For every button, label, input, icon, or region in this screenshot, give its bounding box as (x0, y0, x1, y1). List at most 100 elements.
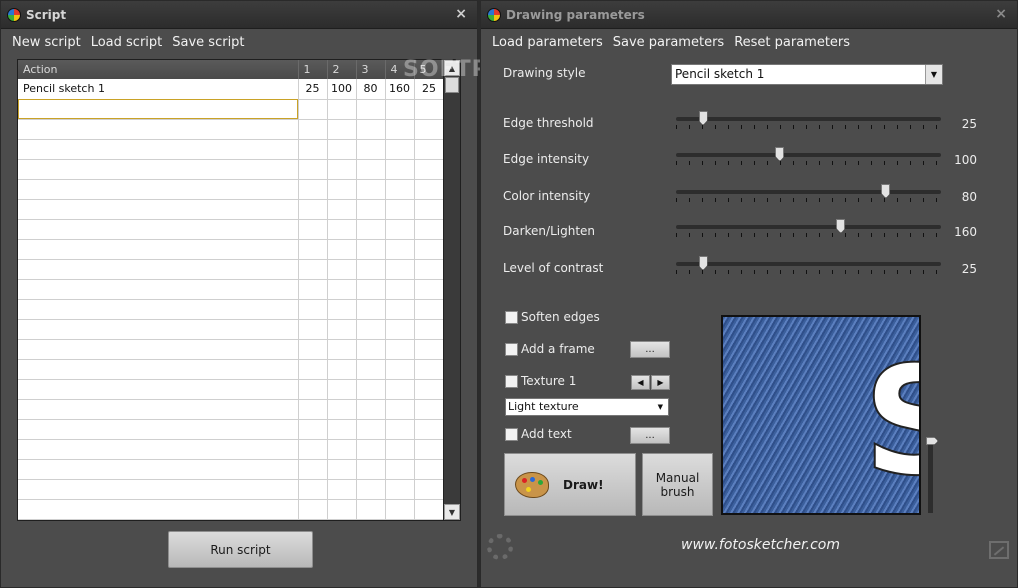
param-cell[interactable] (385, 99, 415, 120)
param-cell[interactable] (385, 399, 415, 420)
param-cell[interactable] (356, 459, 386, 480)
table-row[interactable] (18, 459, 445, 480)
param-cell[interactable] (356, 219, 386, 240)
slider-knob[interactable] (926, 437, 938, 445)
table-row[interactable]: Pencil sketch 1 25 100 80 160 25 (18, 79, 445, 100)
action-cell[interactable] (18, 219, 299, 240)
table-row[interactable] (18, 99, 445, 120)
table-row[interactable] (18, 399, 445, 420)
parameter-slider[interactable] (676, 184, 941, 204)
param-cell[interactable] (298, 219, 328, 240)
action-cell[interactable]: Pencil sketch 1 (18, 79, 299, 100)
action-cell[interactable] (18, 99, 299, 120)
param-cell[interactable] (298, 339, 328, 360)
param-cell[interactable] (327, 459, 357, 480)
parameter-slider[interactable] (676, 111, 941, 131)
gear-icon[interactable] (487, 534, 513, 560)
param-cell[interactable] (327, 399, 357, 420)
param-cell[interactable] (414, 119, 445, 140)
params-close-button[interactable]: × (995, 6, 1007, 22)
param-cell[interactable] (385, 179, 415, 200)
param-cell[interactable] (356, 199, 386, 220)
param-cell[interactable] (356, 299, 386, 320)
soften-edges-checkbox[interactable]: Soften edges (505, 310, 600, 324)
param-cell[interactable] (298, 439, 328, 460)
text-options-button[interactable]: ... (630, 427, 670, 444)
param-cell[interactable] (298, 379, 328, 400)
action-cell[interactable] (18, 419, 299, 440)
param-cell[interactable] (298, 419, 328, 440)
param-cell[interactable] (327, 419, 357, 440)
scroll-down-icon[interactable]: ▼ (444, 504, 460, 520)
param-cell[interactable] (385, 419, 415, 440)
action-cell[interactable] (18, 239, 299, 260)
checkbox-box[interactable] (505, 374, 518, 388)
param-cell[interactable] (414, 339, 445, 360)
column-header-action[interactable]: Action (18, 60, 299, 79)
action-cell[interactable] (18, 119, 299, 140)
action-cell[interactable] (18, 379, 299, 400)
param-cell[interactable] (298, 139, 328, 160)
param-cell[interactable] (414, 279, 445, 300)
param-cell[interactable]: 100 (327, 79, 357, 100)
parameter-slider[interactable] (676, 147, 941, 167)
action-cell[interactable] (18, 319, 299, 340)
param-cell[interactable] (414, 99, 445, 120)
param-cell[interactable] (327, 259, 357, 280)
table-row[interactable] (18, 379, 445, 400)
action-cell[interactable] (18, 399, 299, 420)
table-row[interactable] (18, 359, 445, 380)
param-cell[interactable] (298, 179, 328, 200)
resize-icon[interactable] (989, 541, 1009, 559)
param-cell[interactable] (298, 119, 328, 140)
param-cell[interactable] (356, 119, 386, 140)
param-cell[interactable] (414, 479, 445, 500)
load-parameters-menu[interactable]: Load parameters (492, 35, 603, 50)
param-cell[interactable] (298, 359, 328, 380)
drawing-style-select[interactable]: Pencil sketch 1 ▼ (671, 64, 943, 85)
table-scrollbar[interactable]: ▲ ▼ (443, 60, 460, 520)
param-cell[interactable] (385, 119, 415, 140)
slider-knob[interactable] (836, 219, 846, 233)
parameter-slider[interactable] (676, 256, 941, 276)
param-cell[interactable] (414, 459, 445, 480)
action-cell[interactable] (18, 259, 299, 280)
table-row[interactable] (18, 499, 445, 520)
param-cell[interactable] (356, 399, 386, 420)
param-cell[interactable] (327, 299, 357, 320)
texture-next-icon[interactable]: ▶ (651, 375, 670, 390)
param-cell[interactable] (298, 499, 328, 520)
action-cell[interactable] (18, 339, 299, 360)
param-cell[interactable] (414, 219, 445, 240)
action-cell[interactable] (18, 159, 299, 180)
table-row[interactable] (18, 339, 445, 360)
slider-knob[interactable] (698, 256, 708, 270)
param-cell[interactable] (414, 379, 445, 400)
param-cell[interactable] (298, 319, 328, 340)
manual-brush-button[interactable]: Manual brush (642, 453, 713, 516)
param-cell[interactable] (356, 359, 386, 380)
add-text-checkbox[interactable]: Add text (505, 427, 572, 441)
dropdown-arrow-icon[interactable]: ▼ (925, 65, 942, 84)
texture-select[interactable]: Light texture ▼ (505, 398, 669, 416)
param-cell[interactable] (298, 479, 328, 500)
param-cell[interactable] (385, 199, 415, 220)
slider-track[interactable] (676, 190, 941, 194)
param-cell[interactable] (414, 159, 445, 180)
param-cell[interactable] (356, 279, 386, 300)
load-script-menu[interactable]: Load script (91, 35, 163, 50)
param-cell[interactable] (356, 419, 386, 440)
table-row[interactable] (18, 439, 445, 460)
param-cell[interactable] (298, 459, 328, 480)
param-cell[interactable] (327, 159, 357, 180)
preview-zoom-slider[interactable] (926, 437, 938, 513)
param-cell[interactable] (298, 239, 328, 260)
table-row[interactable] (18, 239, 445, 260)
dropdown-arrow-icon[interactable]: ▼ (658, 403, 663, 411)
param-cell[interactable] (414, 439, 445, 460)
param-cell[interactable] (327, 219, 357, 240)
param-cell[interactable] (298, 299, 328, 320)
texture-checkbox[interactable]: Texture 1 (505, 374, 576, 388)
script-table[interactable]: Action 1 2 3 4 5 Pencil sketch 1 25 100 … (17, 59, 461, 521)
table-row[interactable] (18, 179, 445, 200)
